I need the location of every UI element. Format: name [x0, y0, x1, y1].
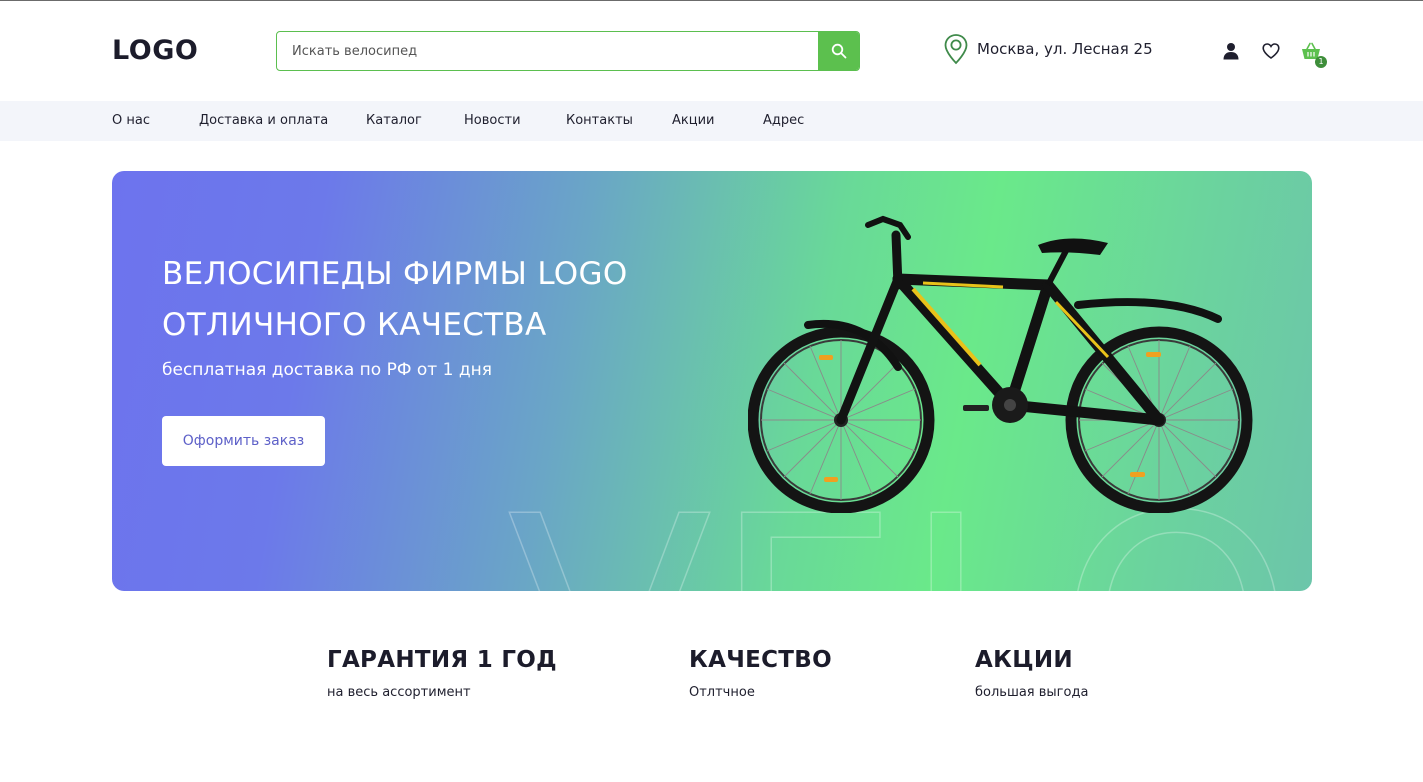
hero-title-line-2: ОТЛИЧНОГО КАЧЕСТВА: [162, 307, 547, 343]
site-header: LOGO Москва, ул. Лесная 25: [0, 1, 1423, 101]
header-actions: 1: [1220, 40, 1327, 68]
hero-title-line-1: ВЕЛОСИПЕДЫ ФИРМЫ LOGO: [162, 256, 628, 292]
heart-icon: [1262, 43, 1280, 59]
feature-quality: КАЧЕСТВО Отлтчное: [689, 647, 832, 700]
nav-item-delivery[interactable]: Доставка и оплата: [199, 113, 328, 128]
nav-item-about[interactable]: О нас: [112, 113, 150, 128]
user-icon: [1223, 43, 1239, 60]
search-button[interactable]: [818, 32, 859, 70]
account-button[interactable]: [1220, 40, 1242, 62]
nav-item-address[interactable]: Адрес: [763, 113, 804, 128]
bicycle-image: [748, 215, 1253, 513]
hero-banner: VELO ВЕЛОСИПЕДЫ ФИРМЫ LOGO ОТЛИЧНОГО КАЧ…: [112, 171, 1312, 591]
search-bar: [276, 31, 860, 71]
search-input[interactable]: [277, 32, 818, 70]
favorites-button[interactable]: [1260, 40, 1282, 62]
map-pin-icon: [944, 34, 968, 65]
cart-button[interactable]: 1: [1300, 40, 1327, 68]
feature-subtitle: Отлтчное: [689, 685, 755, 700]
feature-title: ГАРАНТИЯ 1 ГОД: [327, 647, 557, 673]
feature-title: АКЦИИ: [975, 647, 1073, 673]
nav-item-catalog[interactable]: Каталог: [366, 113, 422, 128]
hero-title: ВЕЛОСИПЕДЫ ФИРМЫ LOGO ОТЛИЧНОГО КАЧЕСТВА: [162, 249, 722, 351]
feature-promotions: АКЦИИ большая выгода: [975, 647, 1088, 700]
cart-count-badge: 1: [1315, 56, 1327, 68]
site-logo[interactable]: LOGO: [112, 35, 198, 66]
store-location[interactable]: Москва, ул. Лесная 25: [943, 33, 1153, 65]
search-icon: [831, 43, 846, 59]
order-button[interactable]: Оформить заказ: [162, 416, 325, 466]
nav-item-news[interactable]: Новости: [464, 113, 521, 128]
feature-title: КАЧЕСТВО: [689, 647, 832, 673]
location-address: Москва, ул. Лесная 25: [977, 40, 1153, 58]
feature-subtitle: на весь ассортимент: [327, 685, 471, 700]
feature-warranty: ГАРАНТИЯ 1 ГОД на весь ассортимент: [327, 647, 557, 700]
main-nav: О нас Доставка и оплата Каталог Новости …: [0, 101, 1423, 141]
hero-subtitle: бесплатная доставка по РФ от 1 дня: [162, 360, 492, 380]
feature-subtitle: большая выгода: [975, 685, 1089, 700]
nav-item-promotions[interactable]: Акции: [672, 113, 715, 128]
nav-item-contacts[interactable]: Контакты: [566, 113, 633, 128]
